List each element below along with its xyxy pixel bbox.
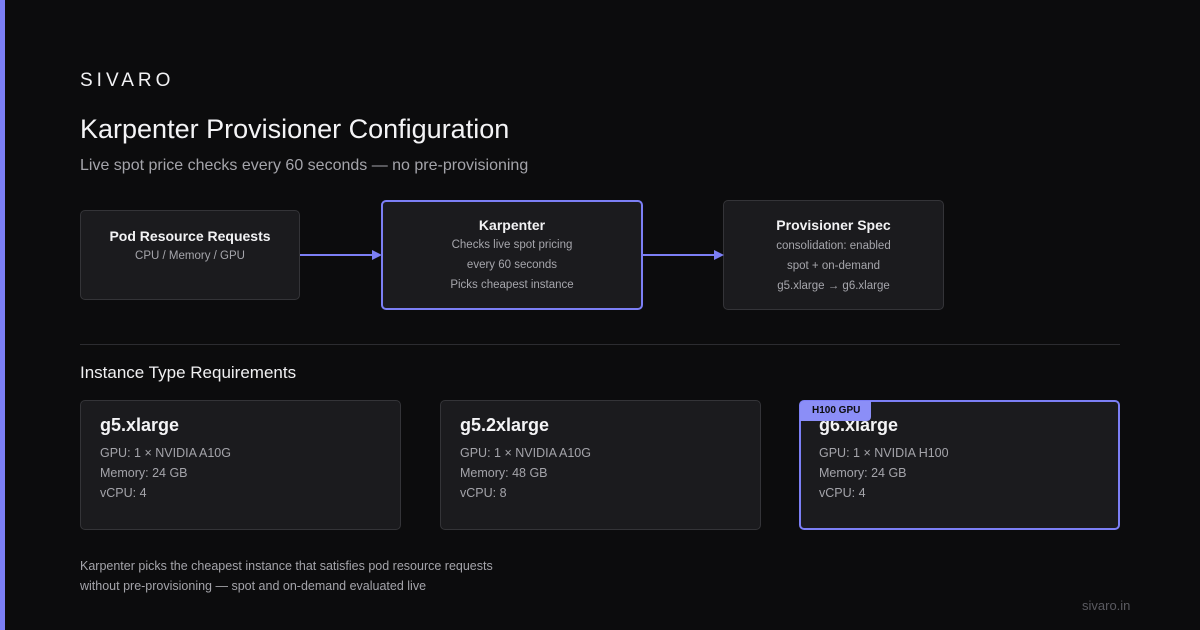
node-title: Karpenter [478,217,546,233]
node-line: every 60 seconds [466,259,558,271]
instance-name: g5.2xlarge [460,415,550,435]
node-line: Picks cheapest instance [450,279,574,291]
instance-vcpu: vCPU: 4 [819,486,866,500]
instance-vcpu: vCPU: 8 [460,486,507,500]
instance-memory: Memory: 24 GB [819,466,907,480]
karpenter-node: Karpenter Checks live spot pricing every… [381,200,643,310]
accent-bar [0,0,5,630]
instance-gpu: GPU: 1 × NVIDIA A10G [460,446,591,460]
provisioner-spec-node: Provisioner Spec consolidation: enabled … [723,200,944,310]
instance-memory: Memory: 24 GB [100,466,188,480]
flow-arrows [300,250,724,260]
instance-card-g5-2xlarge: g5.2xlarge GPU: 1 × NVIDIA A10G Memory: … [440,400,761,530]
site-url: sivaro.in [1082,598,1131,613]
footnote: Karpenter picks the cheapest instance th… [80,556,493,596]
page-subtitle: Live spot price checks every 60 seconds … [80,157,529,174]
section-divider [80,344,1120,345]
node-line: CPU / Memory / GPU [135,250,245,262]
node-title: Pod Resource Requests [109,228,271,244]
instance-vcpu: vCPU: 4 [100,486,147,500]
pod-resource-requests-node: Pod Resource Requests CPU / Memory / GPU [80,210,300,300]
node-line: Checks live spot pricing [451,239,573,251]
section-title: Instance Type Requirements [80,363,297,382]
node-line: g5.xlarge → g6.xlarge [777,280,890,292]
page-title: Karpenter Provisioner Configuration [80,114,510,144]
node-title: Provisioner Spec [776,217,891,233]
h100-gpu-badge: H100 GPU [800,401,872,421]
footnote-line: Karpenter picks the cheapest instance th… [80,559,493,573]
instance-gpu: GPU: 1 × NVIDIA A10G [100,446,231,460]
instance-card-g6-xlarge: g6.xlarge GPU: 1 × NVIDIA H100 Memory: 2… [799,400,1120,530]
node-line: spot + on-demand [786,260,881,272]
brand-logo: SIVARO [80,70,175,91]
instance-name: g5.xlarge [100,415,180,435]
instance-card-g5-xlarge: g5.xlarge GPU: 1 × NVIDIA A10G Memory: 2… [80,400,401,530]
instance-memory: Memory: 48 GB [460,466,548,480]
node-line: consolidation: enabled [776,240,891,252]
footnote-line: without pre-provisioning — spot and on-d… [80,579,427,593]
instance-gpu: GPU: 1 × NVIDIA H100 [819,446,949,460]
